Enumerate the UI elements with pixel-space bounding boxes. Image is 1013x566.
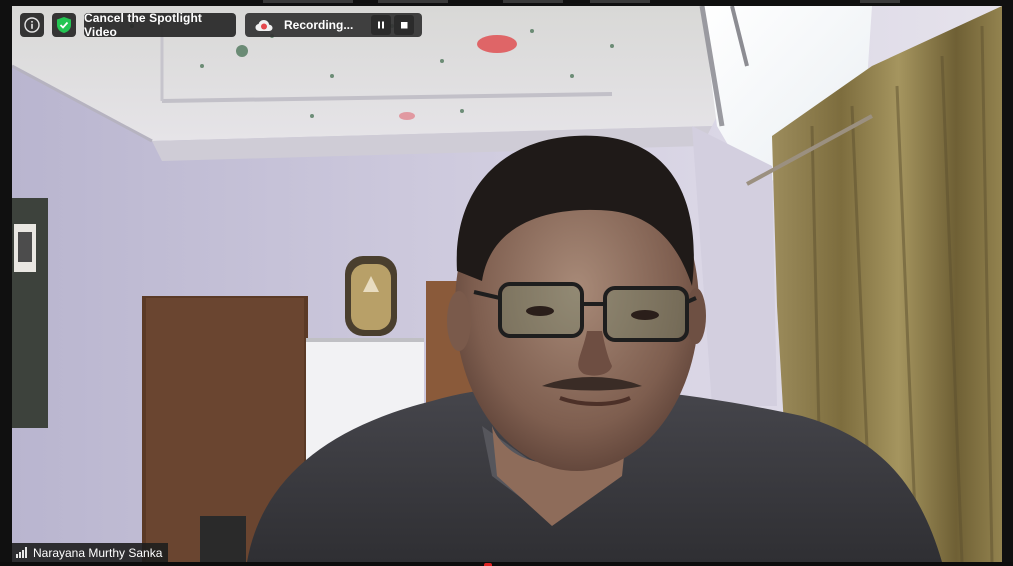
top-strip-segment [860, 0, 900, 3]
stop-recording-button[interactable] [394, 15, 414, 35]
top-strip-segment [378, 0, 448, 3]
bottom-edge-strip [0, 562, 1013, 566]
participant-name: Narayana Murthy Sanka [33, 545, 163, 560]
cancel-spotlight-button[interactable]: Cancel the Spotlight Video [84, 11, 236, 39]
left-edge-strip [0, 0, 12, 566]
recording-status-label: Recording... [284, 18, 354, 32]
shield-check-icon [57, 17, 71, 33]
cancel-spotlight-label: Cancel the Spotlight Video [84, 11, 203, 39]
pause-recording-button[interactable] [371, 15, 391, 35]
cloud-record-icon [255, 18, 273, 32]
signal-bars-icon [16, 547, 27, 558]
stop-icon [401, 22, 408, 29]
meeting-stage: Cancel the Spotlight Video Recording... [0, 0, 1013, 566]
meeting-info-button[interactable] [20, 13, 44, 37]
encryption-shield-button[interactable] [52, 13, 76, 37]
info-icon [24, 17, 40, 33]
top-strip-segment [263, 0, 353, 3]
recording-panel: Recording... [245, 13, 422, 37]
top-edge-strip [0, 0, 1013, 6]
top-strip-segment [590, 0, 650, 3]
top-strip-segment [503, 0, 563, 3]
pause-icon [378, 21, 384, 29]
participant-name-tag: Narayana Murthy Sanka [12, 543, 169, 562]
participant-video[interactable] [12, 6, 1002, 562]
right-edge-strip [1002, 0, 1013, 566]
video-frame-scene [12, 6, 1002, 562]
